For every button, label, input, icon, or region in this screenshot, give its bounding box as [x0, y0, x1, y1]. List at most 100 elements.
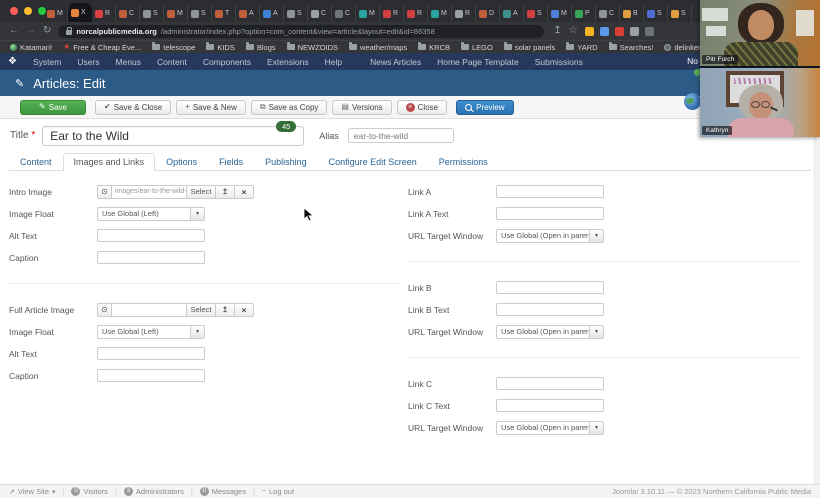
url-bar[interactable]: norcalpublicmedia.org/administrator/inde… [58, 25, 544, 38]
browser-tab[interactable]: M [428, 5, 452, 22]
browser-tab[interactable]: S [644, 5, 668, 22]
browser-tab[interactable]: M [356, 5, 380, 22]
browser-tab[interactable]: A [236, 5, 260, 22]
admin-menu-item-news-articles[interactable]: News Articles [362, 57, 429, 67]
bookmark-item[interactable]: KIDS [206, 43, 235, 52]
intro-image-input[interactable]: images/ear-to-the-wild- [111, 185, 187, 199]
bookmark-item[interactable]: LEGO [461, 43, 493, 52]
browser-tab[interactable]: X [68, 3, 92, 22]
admin-menu-item-help[interactable]: Help [317, 57, 350, 67]
browser-tab[interactable]: C [116, 5, 140, 22]
browser-tab[interactable]: D [476, 5, 500, 22]
bookmark-item[interactable]: Katamari! [10, 43, 52, 52]
zoom-window-button[interactable] [38, 7, 46, 15]
preview-eye-icon[interactable]: ⊙ [97, 303, 112, 317]
chevron-down-icon[interactable]: ▾ [589, 230, 603, 242]
status-visitors[interactable]: 0Visitors [71, 487, 107, 496]
browser-tab[interactable]: S [668, 5, 692, 22]
select-image-button[interactable]: Select [186, 303, 216, 317]
bookmark-item[interactable]: YARD [566, 43, 597, 52]
forward-icon[interactable]: → [26, 26, 36, 36]
admin-menu-item-menus[interactable]: Menus [108, 57, 150, 67]
reload-icon[interactable]: ↻ [43, 26, 51, 36]
browser-tab[interactable]: S [188, 5, 212, 22]
browser-tab[interactable]: C [596, 5, 620, 22]
alt-text-input[interactable] [97, 229, 205, 242]
admin-menu-item-home-page-template[interactable]: Home Page Template [429, 57, 527, 67]
chevron-down-icon[interactable]: ▾ [589, 326, 603, 338]
bookmark-item[interactable]: KRCB [418, 43, 450, 52]
tab-content[interactable]: Content [9, 152, 63, 170]
admin-menu-item-content[interactable]: Content [149, 57, 195, 67]
browser-tab[interactable]: C [308, 5, 332, 22]
full-article-image-input[interactable] [111, 303, 187, 317]
save-close-button[interactable]: ✔Save & Close [95, 100, 171, 115]
tab-options[interactable]: Options [155, 152, 208, 170]
link-c-input[interactable] [496, 377, 604, 390]
preview-eye-icon[interactable]: ⊙ [97, 185, 112, 199]
bookmark-item[interactable]: solar panels [504, 43, 555, 52]
browser-tab[interactable]: C [332, 5, 356, 22]
tab-permissions[interactable]: Permissions [428, 152, 499, 170]
browser-tab[interactable]: M [548, 5, 572, 22]
admin-menu-item-extensions[interactable]: Extensions [259, 57, 317, 67]
url-target-window-select[interactable]: Use Global (Open in parent w...▾ [496, 229, 604, 243]
admin-menu-item-users[interactable]: Users [69, 57, 107, 67]
browser-tab[interactable]: R [92, 5, 116, 22]
chevron-down-icon[interactable]: ▾ [589, 422, 603, 434]
bookmark-item[interactable]: NEWZOIDS [287, 43, 338, 52]
tab-publishing[interactable]: Publishing [254, 152, 318, 170]
chevron-down-icon[interactable]: ▾ [190, 208, 204, 220]
admin-menu-item-system[interactable]: System [25, 57, 69, 67]
link-a-input[interactable] [496, 185, 604, 198]
share-icon[interactable]: ↥ [553, 26, 561, 36]
save-as-copy-button[interactable]: ⧉Save as Copy [251, 100, 328, 115]
close-button[interactable]: ×Close [397, 100, 447, 115]
participant-video-1[interactable]: Pitr Furch [700, 0, 820, 66]
chevron-down-icon[interactable]: ▾ [190, 326, 204, 338]
title-input[interactable]: Ear to the Wild [42, 126, 304, 146]
alt-text-input[interactable] [97, 347, 205, 360]
caption-input[interactable] [97, 369, 205, 382]
bookmark-item[interactable]: ★Free & Cheap Eve... [63, 43, 141, 52]
browser-tab[interactable]: R [404, 5, 428, 22]
bookmark-item[interactable]: Blogs [246, 43, 276, 52]
bookmark-item[interactable]: Searches! [609, 43, 654, 52]
status-administrators[interactable]: 3Administrators [124, 487, 184, 496]
image-float-select[interactable]: Use Global (Left)▾ [97, 207, 205, 221]
link-b-input[interactable] [496, 281, 604, 294]
browser-tab[interactable]: R [452, 5, 476, 22]
browser-tab[interactable]: M [164, 5, 188, 22]
browser-tab[interactable]: M [44, 5, 68, 22]
link-c-text-input[interactable] [496, 399, 604, 412]
extension-icon[interactable] [585, 27, 594, 36]
browser-tab[interactable]: A [500, 5, 524, 22]
admin-menu-item-components[interactable]: Components [195, 57, 259, 67]
browser-tab[interactable]: B [620, 5, 644, 22]
url-target-window-select[interactable]: Use Global (Open in parent w...▾ [496, 421, 604, 435]
browser-tab[interactable]: S [284, 5, 308, 22]
browser-tab[interactable]: P [572, 5, 596, 22]
extension-icon[interactable] [600, 27, 609, 36]
admin-menu-item-submissions[interactable]: Submissions [527, 57, 591, 67]
browser-tab[interactable]: A [260, 5, 284, 22]
back-icon[interactable]: ← [9, 26, 19, 36]
browser-tab[interactable]: S [140, 5, 164, 22]
browser-tab[interactable]: T [212, 5, 236, 22]
minimize-window-button[interactable] [24, 7, 32, 15]
save-button[interactable]: ✎Save [20, 100, 86, 115]
preview-button[interactable]: Preview [456, 100, 513, 115]
logout-button[interactable]: −Log out [262, 487, 294, 496]
upload-icon[interactable]: ↥ [215, 185, 235, 199]
browser-tab[interactable]: S [524, 5, 548, 22]
bookmark-item[interactable]: telescope [152, 43, 195, 52]
view-site-button[interactable]: ↗View Site▾ [9, 487, 56, 496]
tab-images-and-links[interactable]: Images and Links [63, 153, 156, 171]
clear-icon[interactable]: × [234, 303, 254, 317]
extension-icon[interactable] [645, 27, 654, 36]
select-image-button[interactable]: Select [186, 185, 216, 199]
caption-input[interactable] [97, 251, 205, 264]
alias-input[interactable]: ear-to-the-wild [348, 128, 454, 143]
tab-fields[interactable]: Fields [208, 152, 254, 170]
url-target-window-select[interactable]: Use Global (Open in parent w...▾ [496, 325, 604, 339]
